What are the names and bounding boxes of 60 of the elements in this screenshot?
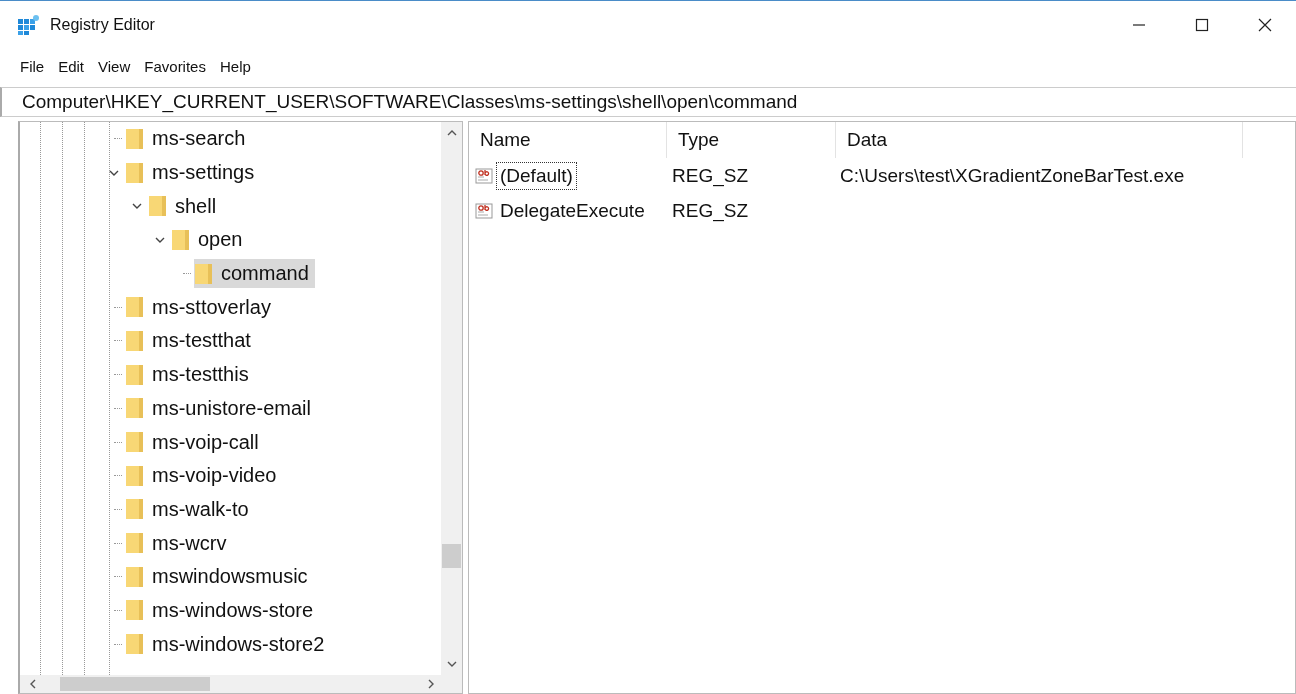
folder-icon [126, 532, 144, 555]
value-type: REG_SZ [671, 164, 750, 187]
tree-item[interactable]: ms-testthat [125, 326, 257, 356]
tree-item[interactable]: shell [148, 191, 223, 221]
value-data: C:\Users\test\XGradientZoneBarTest.exe [839, 164, 1186, 187]
folder-icon [126, 464, 144, 487]
folder-icon [126, 363, 144, 386]
tree-item[interactable]: ms-settings [125, 158, 261, 188]
tree-item[interactable]: ms-voip-call [125, 427, 265, 457]
value-name[interactable]: (Default) [496, 161, 577, 190]
menu-item[interactable]: Edit [58, 57, 85, 75]
folder-icon [195, 262, 213, 285]
value-name[interactable]: DelegateExecute [496, 196, 649, 225]
folder-icon [126, 127, 144, 150]
folder-icon [126, 296, 144, 319]
tree-item[interactable]: open [171, 225, 249, 255]
tree-item[interactable]: mswindowsmusic [125, 562, 314, 592]
scroll-left-icon[interactable] [28, 678, 38, 690]
folder-icon [126, 633, 144, 656]
tree-item[interactable]: ms-unistore-email [125, 393, 317, 423]
scroll-right-icon[interactable] [426, 678, 436, 690]
folder-icon [126, 161, 144, 184]
tree-item[interactable]: ms-sttoverlay [125, 292, 277, 322]
registry-icon [18, 15, 40, 35]
folder-icon [126, 599, 144, 622]
menu-item[interactable]: File [20, 57, 45, 75]
horizontal-scrollbar[interactable] [20, 675, 462, 693]
folder-icon [149, 195, 167, 218]
scroll-thumb[interactable] [60, 677, 210, 691]
folder-icon [126, 565, 144, 588]
tree-item[interactable]: ms-testthis [125, 360, 255, 390]
column-header[interactable]: Type [667, 122, 836, 158]
menu-item[interactable]: Favorites [144, 57, 206, 75]
close-icon [1257, 18, 1272, 32]
string-value-icon [475, 200, 495, 221]
maximize-icon [1194, 18, 1209, 32]
column-header[interactable]: Data [836, 122, 1243, 158]
string-value-icon [475, 165, 495, 186]
tree-item[interactable]: command [194, 259, 315, 289]
menu-item[interactable]: Help [219, 57, 251, 75]
folder-icon [126, 431, 144, 454]
value-type: REG_SZ [671, 199, 750, 222]
tree-item[interactable]: ms-windows-store [125, 595, 320, 625]
tree-item[interactable]: ms-wcrv [125, 528, 233, 558]
column-header[interactable]: Name [469, 122, 667, 158]
scroll-up-icon[interactable] [445, 128, 458, 138]
scroll-down-icon[interactable] [445, 659, 458, 669]
folder-icon [126, 397, 144, 420]
vertical-scrollbar[interactable] [441, 122, 462, 675]
window-title: Registry Editor [50, 16, 155, 34]
scroll-thumb[interactable] [442, 544, 461, 569]
tree-item[interactable]: ms-walk-to [125, 494, 255, 524]
tree-item[interactable]: ms-voip-video [125, 461, 283, 491]
tree-item[interactable]: ms-windows-store2 [125, 629, 331, 659]
folder-icon [172, 228, 190, 251]
menu-item[interactable]: View [98, 57, 131, 75]
folder-icon [126, 329, 144, 352]
tree-item[interactable]: ms-search [125, 124, 252, 154]
address-bar[interactable]: Computer\HKEY_CURRENT_USER\SOFTWARE\Classes\ms-settings\shell\open\command [0, 87, 1296, 117]
folder-icon [126, 498, 144, 521]
